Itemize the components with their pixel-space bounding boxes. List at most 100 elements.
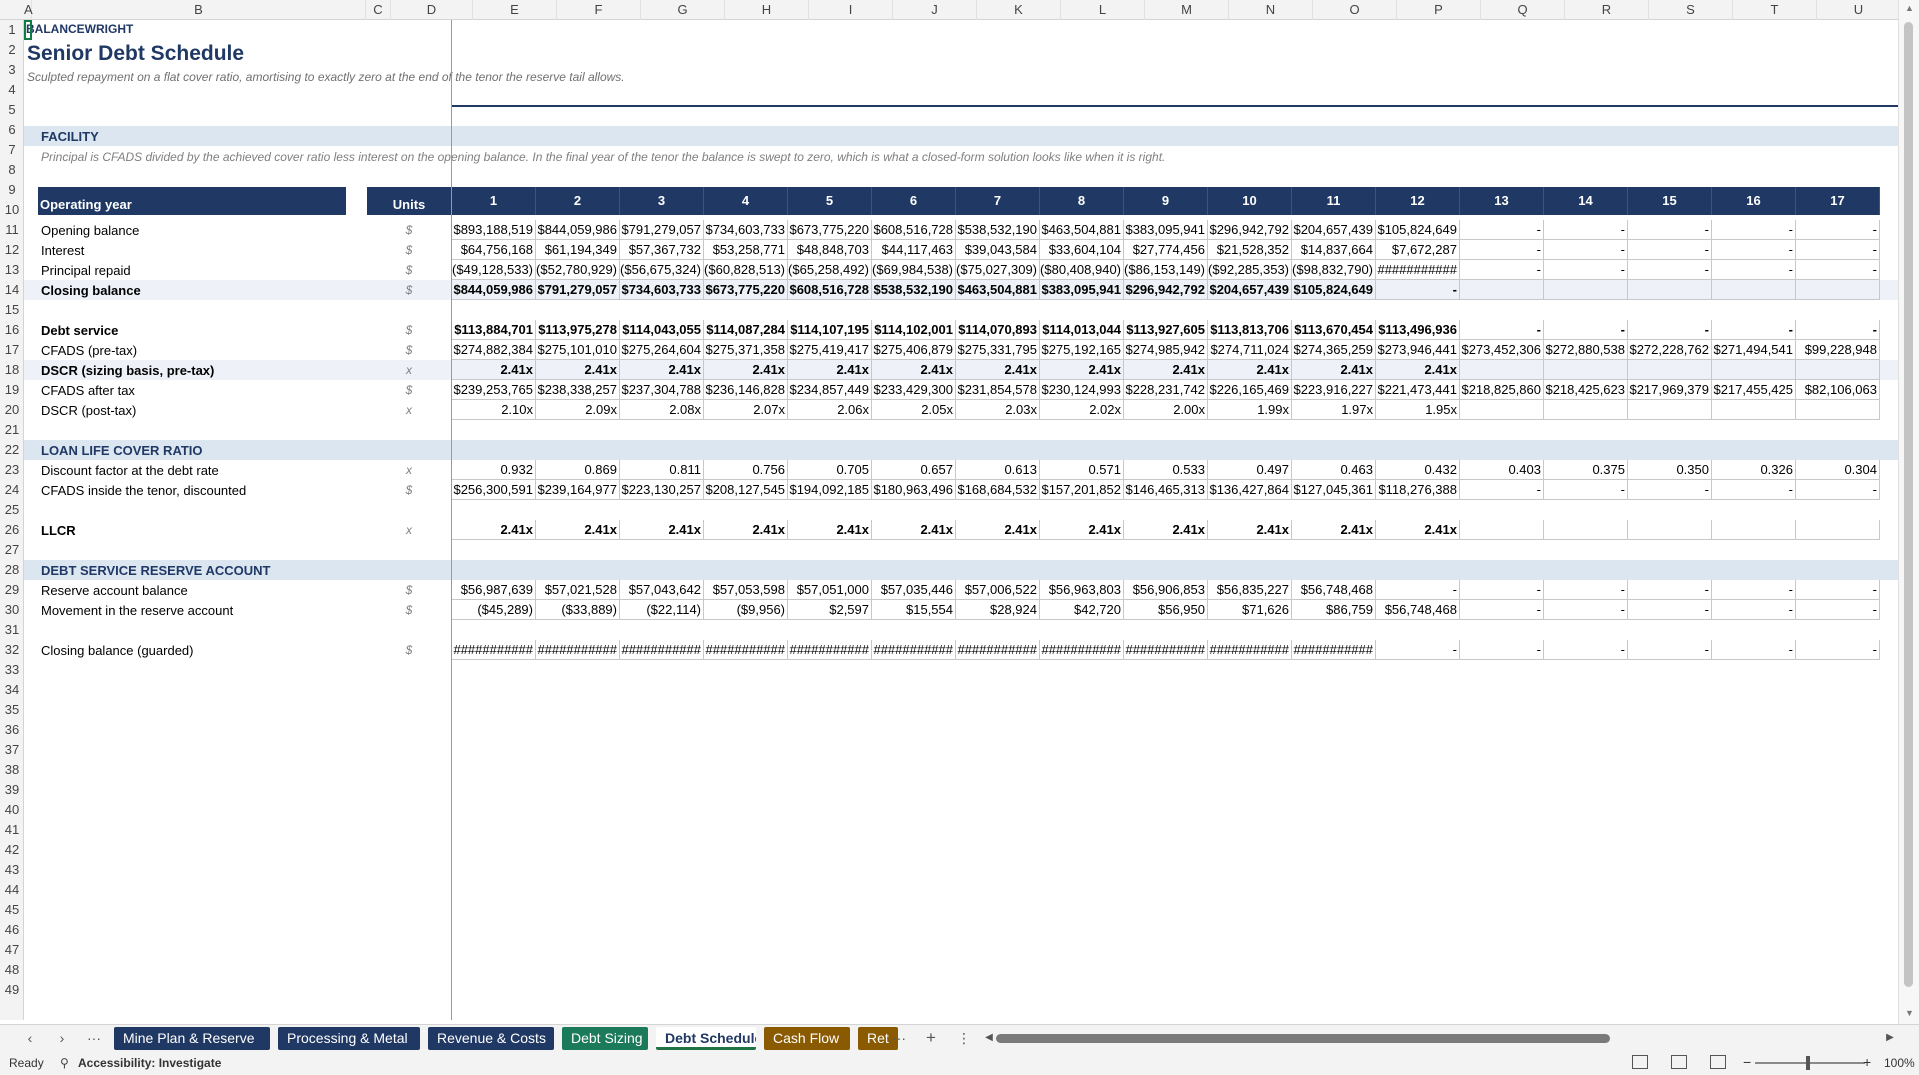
cfads-after-tax-cell[interactable]: $217,455,425 bbox=[1712, 380, 1796, 400]
interest-cell[interactable]: - bbox=[1796, 240, 1880, 260]
column-header-m[interactable]: M bbox=[1145, 0, 1229, 20]
principal-repaid-cell[interactable]: - bbox=[1796, 260, 1880, 280]
discount-factor-at-the-debt-rate-cell[interactable]: 0.403 bbox=[1460, 460, 1544, 480]
column-header-n[interactable]: N bbox=[1229, 0, 1313, 20]
row-header-37[interactable]: 37 bbox=[0, 740, 23, 760]
interest-cell[interactable]: $48,848,703 bbox=[788, 240, 872, 260]
column-header-u[interactable]: U bbox=[1817, 0, 1901, 20]
closing-balance-guarded-cell[interactable]: - bbox=[1460, 640, 1544, 660]
llcr-cell[interactable]: 2.41x bbox=[452, 520, 536, 540]
cfads-pre-tax-cell[interactable]: $271,494,541 bbox=[1712, 340, 1796, 360]
opening-balance-cell[interactable]: - bbox=[1628, 220, 1712, 240]
dscr-sizing-basis-pre-tax-cell[interactable]: 2.41x bbox=[620, 360, 704, 380]
principal-repaid-cell[interactable]: - bbox=[1712, 260, 1796, 280]
column-header-q[interactable]: Q bbox=[1481, 0, 1565, 20]
row-header-35[interactable]: 35 bbox=[0, 700, 23, 720]
row-header-39[interactable]: 39 bbox=[0, 780, 23, 800]
closing-balance-guarded-cell[interactable]: ########### bbox=[872, 640, 956, 660]
reserve-account-balance-cell[interactable]: $57,021,528 bbox=[536, 580, 620, 600]
llcr-cell[interactable]: 2.41x bbox=[1040, 520, 1124, 540]
cfads-after-tax-cell[interactable]: $217,969,379 bbox=[1628, 380, 1712, 400]
dscr-post-tax-cell[interactable]: 1.99x bbox=[1208, 400, 1292, 420]
principal-repaid-cell[interactable]: ($69,984,538) bbox=[872, 260, 956, 280]
movement-in-the-reserve-account-cell[interactable]: - bbox=[1460, 600, 1544, 620]
closing-balance-cell[interactable] bbox=[1712, 280, 1796, 300]
row-header-13[interactable]: 13 bbox=[0, 260, 23, 280]
dscr-post-tax-cell[interactable]: 1.95x bbox=[1376, 400, 1460, 420]
discount-factor-at-the-debt-rate-cell[interactable]: 0.613 bbox=[956, 460, 1040, 480]
column-header-b[interactable]: B bbox=[32, 0, 366, 20]
sheet-tab-debt-sizing[interactable]: Debt Sizing bbox=[562, 1027, 648, 1050]
debt-service-cell[interactable]: $113,927,605 bbox=[1124, 320, 1208, 340]
column-header-r[interactable]: R bbox=[1565, 0, 1649, 20]
cfads-pre-tax-cell[interactable]: $274,711,024 bbox=[1208, 340, 1292, 360]
movement-in-the-reserve-account-cell[interactable]: ($33,889) bbox=[536, 600, 620, 620]
movement-in-the-reserve-account-cell[interactable]: - bbox=[1712, 600, 1796, 620]
cfads-pre-tax-cell[interactable]: $272,880,538 bbox=[1544, 340, 1628, 360]
closing-balance-guarded-cell[interactable]: - bbox=[1376, 640, 1460, 660]
tab-scroll-left-icon[interactable]: ‹ bbox=[19, 1028, 41, 1048]
row-header-4[interactable]: 4 bbox=[0, 80, 23, 100]
cfads-inside-the-tenor-discounted-cell[interactable]: $223,130,257 bbox=[620, 480, 704, 500]
column-header-c[interactable]: C bbox=[366, 0, 391, 20]
closing-balance-cell[interactable]: - bbox=[1376, 280, 1460, 300]
debt-service-cell[interactable]: - bbox=[1460, 320, 1544, 340]
dscr-sizing-basis-pre-tax-cell[interactable] bbox=[1712, 360, 1796, 380]
dscr-post-tax-cell[interactable] bbox=[1712, 400, 1796, 420]
opening-balance-cell[interactable]: - bbox=[1796, 220, 1880, 240]
column-header-i[interactable]: I bbox=[809, 0, 893, 20]
dscr-post-tax-cell[interactable]: 2.06x bbox=[788, 400, 872, 420]
debt-service-cell[interactable]: $113,670,454 bbox=[1292, 320, 1376, 340]
column-header-l[interactable]: L bbox=[1061, 0, 1145, 20]
dscr-post-tax-cell[interactable]: 2.10x bbox=[452, 400, 536, 420]
dscr-post-tax-cell[interactable]: 2.09x bbox=[536, 400, 620, 420]
row-header-5[interactable]: 5 bbox=[0, 100, 23, 120]
cfads-inside-the-tenor-discounted-cell[interactable]: $256,300,591 bbox=[452, 480, 536, 500]
closing-balance-guarded-cell[interactable]: ########### bbox=[1124, 640, 1208, 660]
row-header-30[interactable]: 30 bbox=[0, 600, 23, 620]
reserve-account-balance-cell[interactable]: $57,053,598 bbox=[704, 580, 788, 600]
closing-balance-cell[interactable]: $538,532,190 bbox=[872, 280, 956, 300]
column-header-p[interactable]: P bbox=[1397, 0, 1481, 20]
row-header-8[interactable]: 8 bbox=[0, 160, 23, 180]
row-header-23[interactable]: 23 bbox=[0, 460, 23, 480]
llcr-cell[interactable] bbox=[1796, 520, 1880, 540]
row-header-7[interactable]: 7 bbox=[0, 140, 23, 160]
debt-service-cell[interactable]: - bbox=[1628, 320, 1712, 340]
cfads-inside-the-tenor-discounted-cell[interactable]: $239,164,977 bbox=[536, 480, 620, 500]
principal-repaid-cell[interactable]: ($56,675,324) bbox=[620, 260, 704, 280]
cfads-pre-tax-cell[interactable]: $274,365,259 bbox=[1292, 340, 1376, 360]
interest-cell[interactable]: $44,117,463 bbox=[872, 240, 956, 260]
movement-in-the-reserve-account-cell[interactable]: ($45,289) bbox=[452, 600, 536, 620]
reserve-account-balance-cell[interactable]: $56,906,853 bbox=[1124, 580, 1208, 600]
closing-balance-cell[interactable]: $105,824,649 bbox=[1292, 280, 1376, 300]
column-header-h[interactable]: H bbox=[725, 0, 809, 20]
cfads-after-tax-cell[interactable]: $234,857,449 bbox=[788, 380, 872, 400]
dscr-post-tax-cell[interactable]: 2.02x bbox=[1040, 400, 1124, 420]
movement-in-the-reserve-account-cell[interactable]: $42,720 bbox=[1040, 600, 1124, 620]
dscr-post-tax-cell[interactable]: 2.00x bbox=[1124, 400, 1208, 420]
dscr-post-tax-cell[interactable]: 2.07x bbox=[704, 400, 788, 420]
row-header-14[interactable]: 14 bbox=[0, 280, 23, 300]
column-header-f[interactable]: F bbox=[557, 0, 641, 20]
discount-factor-at-the-debt-rate-cell[interactable]: 0.657 bbox=[872, 460, 956, 480]
cfads-inside-the-tenor-discounted-cell[interactable]: - bbox=[1796, 480, 1880, 500]
principal-repaid-cell[interactable]: ($80,408,940) bbox=[1040, 260, 1124, 280]
column-header-a[interactable]: A bbox=[24, 0, 33, 20]
selected-cell-a1[interactable] bbox=[24, 20, 32, 40]
principal-repaid-cell[interactable]: - bbox=[1544, 260, 1628, 280]
llcr-cell[interactable]: 2.41x bbox=[788, 520, 872, 540]
interest-cell[interactable]: $7,672,287 bbox=[1376, 240, 1460, 260]
add-sheet-icon[interactable]: + bbox=[920, 1028, 942, 1048]
discount-factor-at-the-debt-rate-cell[interactable]: 0.350 bbox=[1628, 460, 1712, 480]
zoom-slider[interactable] bbox=[1755, 1062, 1865, 1064]
zoom-out-icon[interactable]: − bbox=[1743, 1054, 1751, 1070]
movement-in-the-reserve-account-cell[interactable]: $86,759 bbox=[1292, 600, 1376, 620]
cfads-pre-tax-cell[interactable]: $273,452,306 bbox=[1460, 340, 1544, 360]
llcr-cell[interactable] bbox=[1544, 520, 1628, 540]
row-header-12[interactable]: 12 bbox=[0, 240, 23, 260]
dscr-post-tax-cell[interactable] bbox=[1544, 400, 1628, 420]
reserve-account-balance-cell[interactable]: - bbox=[1628, 580, 1712, 600]
cfads-after-tax-cell[interactable]: $221,473,441 bbox=[1376, 380, 1460, 400]
movement-in-the-reserve-account-cell[interactable]: - bbox=[1796, 600, 1880, 620]
